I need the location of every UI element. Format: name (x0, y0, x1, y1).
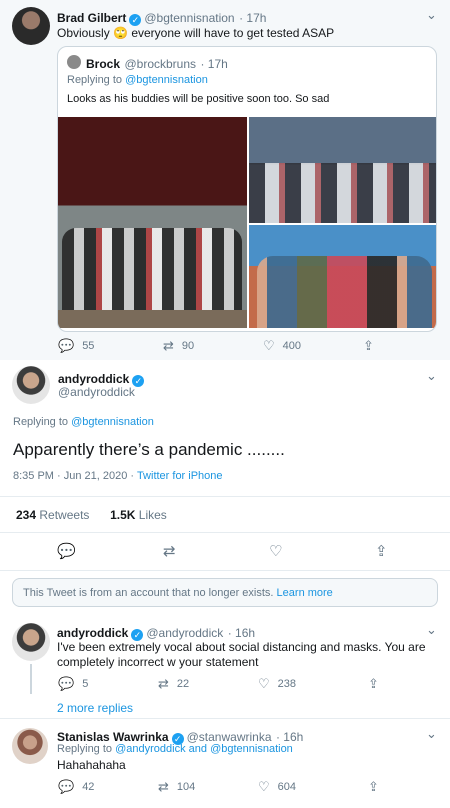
share-icon: ⇪ (375, 543, 388, 560)
like-icon: ♡ (258, 779, 270, 794)
author-name[interactable]: andyroddick (57, 626, 128, 640)
unavailable-tweet-notice: This Tweet is from an account that no lo… (12, 578, 438, 607)
quoted-author-handle: @brockbruns (124, 57, 197, 71)
reply-text-line-2: completely incorrect w your statement (57, 655, 259, 669)
author-name[interactable]: andyroddick (58, 372, 129, 386)
reply-icon: 💬 (58, 779, 75, 794)
tweet-stats: 234 Retweets 1.5K Likes (16, 508, 167, 522)
retweet-button[interactable]: ⇄ (163, 542, 269, 560)
author-name[interactable]: Brad Gilbert (57, 11, 126, 25)
like-button[interactable]: ♡ 238 (258, 676, 368, 692)
author-handle[interactable]: @andyroddick (58, 385, 135, 399)
author-handle[interactable]: @bgtennisnation (144, 11, 234, 25)
tweet-timestamp: 8:35 PM · Jun 21, 2020 · Twitter for iPh… (13, 470, 223, 482)
reply-button[interactable]: 💬 5 (58, 676, 158, 692)
mention-link[interactable]: @bgtennisnation (71, 416, 154, 428)
tweet-time[interactable]: · 16h (228, 626, 255, 640)
mention-link[interactable]: @bgtennisnation (210, 743, 293, 755)
reply-button[interactable]: 💬 (57, 542, 163, 560)
photo-group-indoor[interactable] (58, 117, 247, 328)
author-name[interactable]: Stanislas Wawrinka (57, 730, 169, 744)
reply-actions: 💬 5 ⇄ 22 ♡ 238 ⇪ (58, 676, 398, 692)
avatar[interactable] (12, 623, 50, 661)
context-tweet[interactable]: Brad Gilbert ✓ @bgtennisnation · 17h ⌄ Obv… (0, 0, 450, 360)
like-button[interactable]: ♡ 604 (258, 779, 368, 795)
timestamp-link[interactable]: 8:35 PM · Jun 21, 2020 · (13, 470, 134, 482)
quoted-replying-to: Replying to @bgtennisnation (67, 74, 208, 86)
retweet-button[interactable]: ⇄ 104 (158, 779, 258, 795)
avatar[interactable] (12, 7, 50, 45)
reply-icon: 💬 (58, 676, 75, 691)
mention-link[interactable]: @andyroddick (115, 743, 185, 755)
main-tweet-actions: 💬 ⇄ ♡ ⇪ (57, 542, 397, 560)
avatar (67, 55, 81, 69)
learn-more-link[interactable]: Learn more (277, 587, 333, 599)
quoted-tweet[interactable]: Brock @brockbruns · 17h Replying to @bgt… (57, 46, 437, 332)
likes-stat[interactable]: 1.5K Likes (110, 508, 167, 522)
share-icon: ⇪ (368, 676, 379, 691)
retweets-stat[interactable]: 234 Retweets (16, 508, 89, 522)
thread-line (30, 664, 32, 694)
quoted-tweet-text: Looks as his buddies will be positive so… (67, 93, 330, 105)
avatar[interactable] (12, 728, 48, 764)
share-icon: ⇪ (363, 338, 374, 353)
retweet-icon: ⇄ (158, 779, 169, 794)
mention-link[interactable]: @bgtennisnation (125, 74, 208, 86)
replying-to: Replying to @andyroddick and @bgtennisna… (57, 743, 293, 755)
retweet-icon: ⇄ (158, 676, 169, 691)
quoted-tweet-time: · 17h (200, 57, 228, 71)
main-tweet-text: Apparently there’s a pandemic ........ (13, 440, 285, 459)
tweet-time[interactable]: · 16h (276, 730, 303, 744)
chevron-down-icon[interactable]: ⌄ (426, 622, 437, 638)
quoted-author-name: Brock (86, 57, 121, 71)
like-button[interactable]: ♡ 400 (263, 338, 363, 354)
photo-embrace[interactable] (249, 117, 436, 223)
like-icon: ♡ (258, 676, 270, 691)
reply-button[interactable]: 💬 42 (58, 779, 158, 795)
like-button[interactable]: ♡ (269, 542, 375, 560)
share-button[interactable]: ⇪ (368, 676, 379, 692)
tweet-text: Obviously 🙄 everyone will have to get te… (57, 26, 335, 40)
reply-actions: 💬 42 ⇄ 104 ♡ 604 ⇪ (58, 779, 398, 795)
tweet-actions: 💬 55 ⇄ 90 ♡ 400 ⇪ (58, 338, 398, 354)
retweet-button[interactable]: ⇄ 22 (158, 676, 258, 692)
like-icon: ♡ (269, 543, 283, 560)
more-replies-link[interactable]: 2 more replies (57, 701, 133, 715)
like-icon: ♡ (263, 338, 275, 353)
retweet-icon: ⇄ (163, 543, 176, 560)
chevron-down-icon[interactable]: ⌄ (426, 368, 437, 384)
chevron-down-icon[interactable]: ⌄ (426, 7, 437, 23)
verified-badge-icon: ✓ (129, 14, 142, 26)
reply-text-line-1: I've been extremely vocal about social d… (57, 640, 426, 654)
reply-text: Hahahahaha (57, 758, 126, 772)
share-button[interactable]: ⇪ (368, 779, 379, 795)
author-handle[interactable]: @stanwawrinka (187, 730, 272, 744)
avatar[interactable] (12, 366, 50, 404)
source-link[interactable]: Twitter for iPhone (137, 470, 223, 482)
retweet-icon: ⇄ (163, 338, 174, 353)
reply-button[interactable]: 💬 55 (58, 338, 163, 354)
reply-icon: 💬 (58, 338, 75, 353)
tweet-time[interactable]: · 17h (239, 11, 266, 25)
replying-to: Replying to @bgtennisnation (13, 416, 154, 428)
photo-players-court[interactable] (249, 225, 436, 328)
retweet-button[interactable]: ⇄ 90 (163, 338, 263, 354)
share-button[interactable]: ⇪ (363, 338, 374, 354)
author-handle[interactable]: @andyroddick (146, 626, 223, 640)
share-button[interactable]: ⇪ (375, 542, 388, 560)
chevron-down-icon[interactable]: ⌄ (426, 726, 437, 742)
share-icon: ⇪ (368, 779, 379, 794)
reply-icon: 💬 (57, 543, 76, 560)
